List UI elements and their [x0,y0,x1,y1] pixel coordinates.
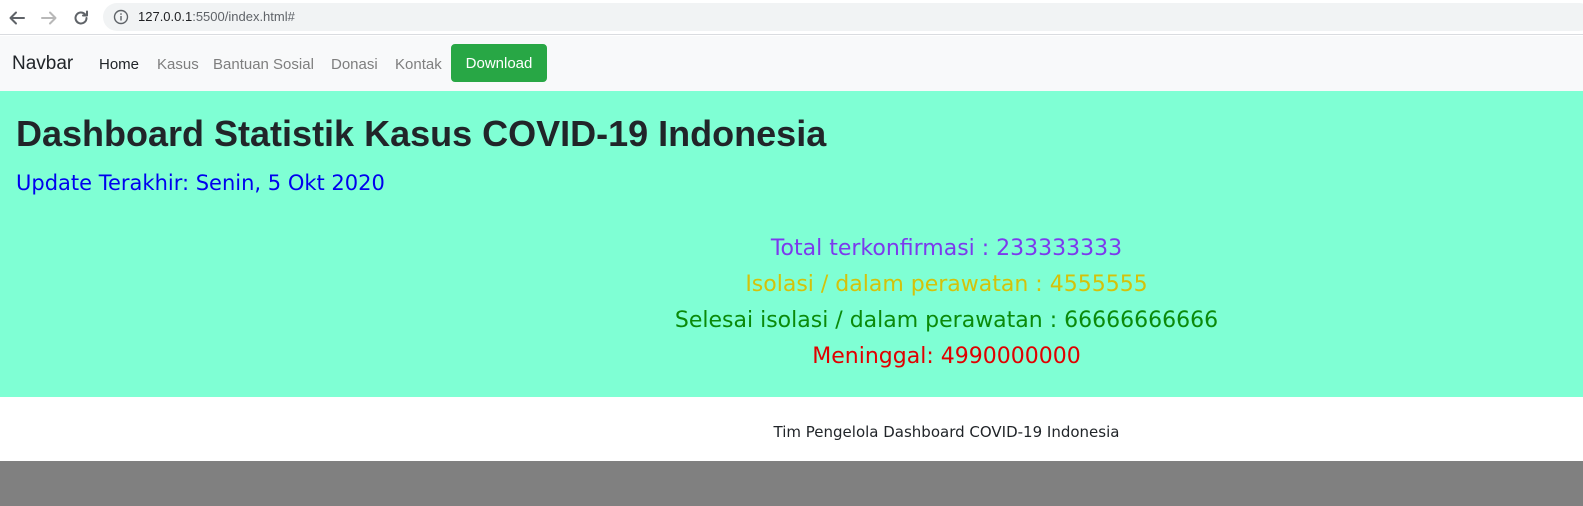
reload-button[interactable] [70,7,92,29]
nav-link-home[interactable]: Home [99,56,139,73]
hero-section: Dashboard Statistik Kasus COVID-19 Indon… [0,91,1583,397]
nav-link-kasus[interactable]: Kasus [157,56,199,73]
url-text: 127.0.0.1:5500/index.html# [138,9,295,24]
navbar-brand[interactable]: Navbar [12,53,73,75]
page-title: Dashboard Statistik Kasus COVID-19 Indon… [16,113,827,154]
address-bar[interactable]: 127.0.0.1:5500/index.html# [103,3,1583,31]
arrow-right-icon [41,11,57,25]
footer-credit: Tim Pengelola Dashboard COVID-19 Indones… [773,423,1120,441]
stat-total-confirmed: Total terkonfirmasi : 233333333 [770,236,1123,261]
arrow-left-icon [9,11,25,25]
nav-link-bantuan-sosial[interactable]: Bantuan Sosial [213,56,314,73]
forward-button[interactable] [38,7,60,29]
browser-toolbar: 127.0.0.1:5500/index.html# [0,0,1583,35]
nav-link-donasi[interactable]: Donasi [331,56,378,73]
download-button[interactable]: Download [451,44,547,82]
url-host: 127.0.0.1 [138,9,193,24]
site-navbar: Navbar Home Kasus Bantuan Sosial Donasi … [0,36,1583,91]
stat-recovered: Selesai isolasi / dalam perawatan : 6666… [674,308,1219,333]
last-updated-text: Update Terakhir: Senin, 5 Okt 2020 [16,171,385,195]
stats-list: Total terkonfirmasi : 233333333 Isolasi … [0,231,1583,375]
footer-bar [0,461,1583,506]
back-button[interactable] [6,7,28,29]
stat-deaths: Meninggal: 4990000000 [812,344,1081,369]
reload-icon [74,10,88,25]
url-path: :5500/index.html# [192,9,295,24]
info-icon[interactable] [113,9,129,25]
nav-link-kontak[interactable]: Kontak [395,56,442,73]
stat-isolation: Isolasi / dalam perawatan : 4555555 [745,272,1148,297]
